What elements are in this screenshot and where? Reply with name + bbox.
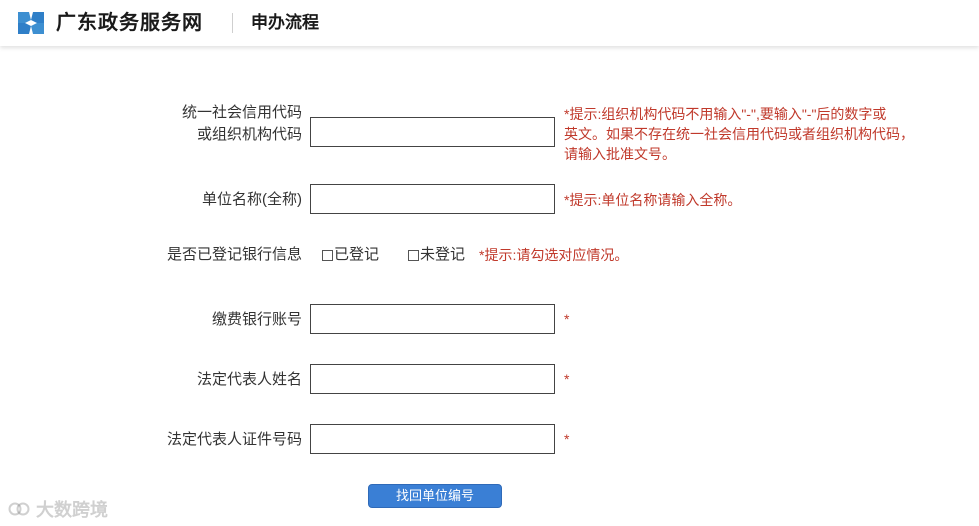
credit-code-label-line1: 统一社会信用代码 — [181, 104, 302, 121]
bank-registered-hint: *提示:请勾选对应情况。 — [479, 247, 629, 263]
credit-code-hint-line3: 请输入批准文号。 — [564, 146, 676, 162]
watermark-logo-icon — [8, 502, 30, 516]
site-name[interactable]: 广东政务服务网 — [56, 10, 203, 36]
credit-code-hint: *提示:组织机构代码不用输入"-",要输入"-"后的数字或 英文。如果不存在统一… — [564, 104, 974, 164]
registered-checkbox[interactable] — [322, 249, 333, 261]
credit-code-input[interactable] — [310, 117, 555, 147]
legal-rep-id-input[interactable] — [310, 424, 555, 454]
legal-rep-name-required-mark: * — [564, 371, 570, 387]
site-logo-icon — [16, 10, 46, 36]
credit-code-hint-line2: 英文。如果不存在统一社会信用代码或者组织机构代码， — [564, 126, 914, 142]
unregistered-checkbox[interactable] — [408, 249, 419, 261]
credit-code-label-line2: 或组织机构代码 — [196, 126, 302, 143]
legal-rep-id-required-mark: * — [564, 431, 570, 447]
page-title: 申办流程 — [251, 13, 319, 32]
bank-account-required-mark: * — [564, 311, 570, 327]
unit-name-hint: *提示:单位名称请输入全称。 — [564, 192, 742, 208]
bank-registered-label: 是否已登记银行信息 — [166, 246, 302, 263]
credit-code-label: 统一社会信用代码 或组织机构代码 — [150, 102, 302, 146]
watermark-text: 大数跨境 — [36, 500, 108, 520]
credit-code-hint-line1: *提示:组织机构代码不用输入"-",要输入"-"后的数字或 — [564, 106, 887, 122]
unregistered-checkbox-option[interactable]: 未登记 — [408, 245, 465, 265]
header-divider — [232, 13, 233, 33]
top-header: 广东政务服务网 申办流程 — [0, 0, 979, 46]
retrieve-unit-number-button[interactable]: 找回单位编号 — [368, 484, 502, 508]
unregistered-checkbox-label: 未登记 — [420, 246, 466, 263]
unit-name-input[interactable] — [310, 184, 555, 214]
bank-account-input[interactable] — [310, 304, 555, 334]
watermark: 大数跨境 — [8, 496, 108, 522]
legal-rep-id-label: 法定代表人证件号码 — [166, 431, 302, 448]
legal-rep-name-input[interactable] — [310, 364, 555, 394]
legal-rep-name-label: 法定代表人姓名 — [196, 371, 302, 388]
registered-checkbox-label: 已登记 — [334, 246, 380, 263]
unit-name-label: 单位名称(全称) — [202, 191, 302, 208]
bank-account-label: 缴费银行账号 — [211, 311, 302, 328]
registered-checkbox-option[interactable]: 已登记 — [322, 245, 379, 265]
